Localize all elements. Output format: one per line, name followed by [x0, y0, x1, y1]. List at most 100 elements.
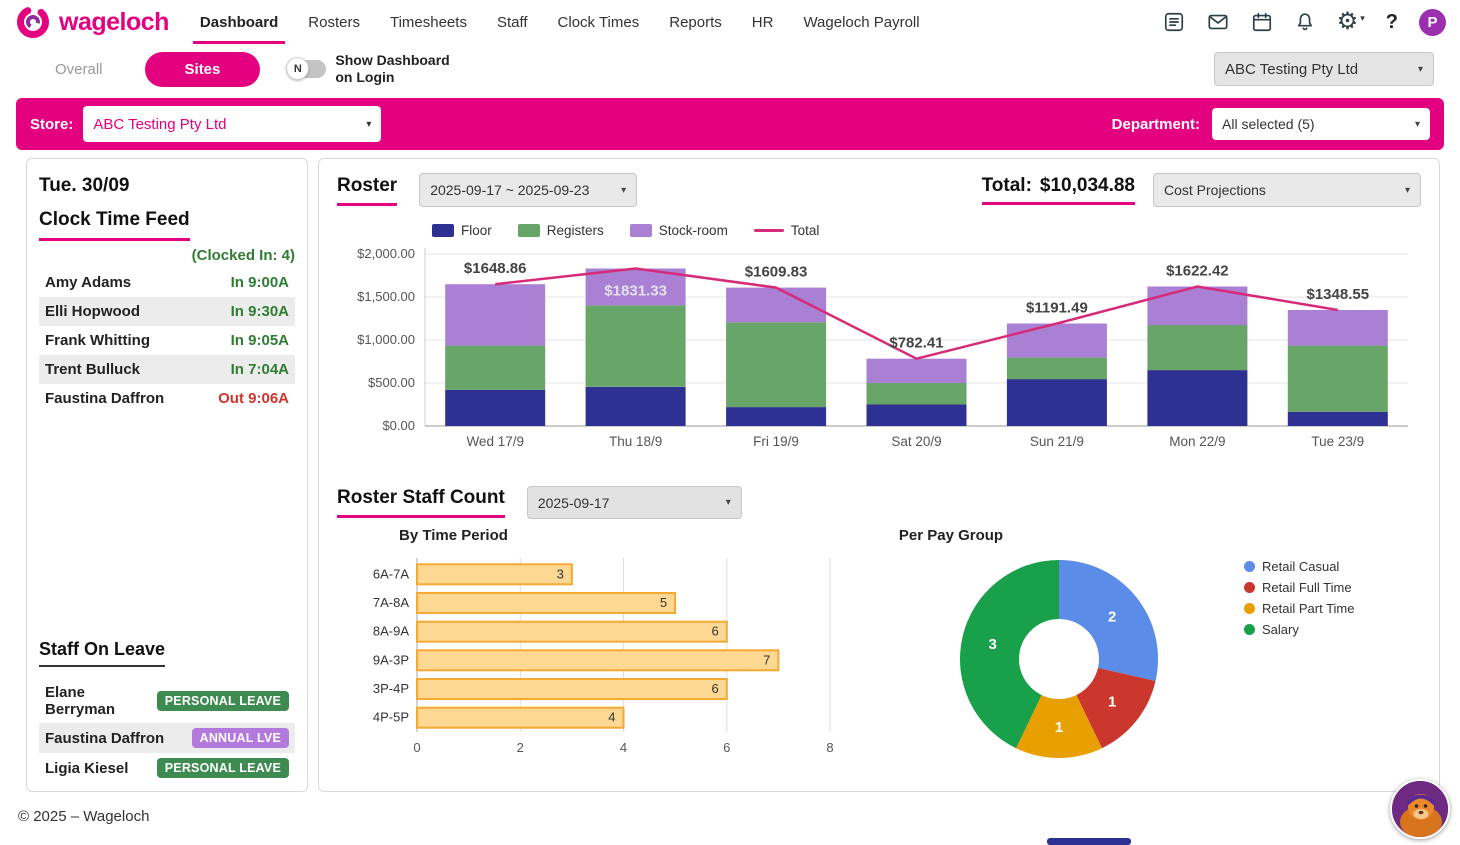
roster-title: Roster — [337, 175, 397, 206]
svg-text:$1648.86: $1648.86 — [464, 260, 527, 277]
calendar-icon[interactable] — [1251, 11, 1273, 33]
pay-group-chart: 2113 — [954, 554, 1164, 764]
chevron-down-icon: ▾ — [1418, 64, 1423, 75]
leave-badge: ANNUAL LVE — [192, 728, 289, 748]
nav-item-wageloch-payroll[interactable]: Wageloch Payroll — [788, 0, 934, 44]
staff-name: Ligia Kiesel — [45, 760, 128, 777]
horizontal-scrollbar-thumb[interactable] — [1047, 838, 1131, 845]
pay-group-title: Per Pay Group — [846, 527, 1056, 544]
clock-feed-row: Faustina Daffron Out 9:06A — [39, 384, 295, 413]
clock-time-feed-title: Clock Time Feed — [39, 209, 190, 241]
staff-count-charts: By Time Period 024686A-7A37A-8A58A-9A69A… — [337, 527, 1421, 771]
profile-avatar[interactable]: P — [1419, 9, 1446, 36]
mascot-dog-icon — [1392, 781, 1450, 839]
svg-text:5: 5 — [660, 595, 667, 610]
svg-text:Wed 17/9: Wed 17/9 — [466, 434, 524, 449]
roster-cost-chart: $0.00$500.00$1,000.00$1,500.00$2,000.00W… — [337, 240, 1422, 472]
leave-row: Ligia KieselPERSONAL LEAVE — [39, 753, 295, 783]
wageloch-logo-icon — [14, 3, 52, 41]
svg-text:0: 0 — [413, 740, 420, 755]
tab-sites[interactable]: Sites — [145, 52, 261, 87]
store-label: Store: — [30, 116, 73, 133]
pay-legend-item: Retail Casual — [1244, 559, 1354, 574]
legend-swatch — [432, 224, 454, 237]
svg-text:$782.41: $782.41 — [889, 335, 943, 352]
tasks-icon[interactable] — [1163, 11, 1185, 33]
svg-text:8: 8 — [826, 740, 833, 755]
help-icon[interactable]: ? — [1386, 11, 1398, 34]
roster-period-value: 2025-09-17 ~ 2025-09-23 — [430, 182, 589, 198]
time-period-block: By Time Period 024686A-7A37A-8A58A-9A69A… — [337, 527, 842, 771]
top-nav-bar: wageloch DashboardRostersTimesheetsStaff… — [0, 0, 1460, 44]
legend-dot — [1244, 624, 1255, 635]
svg-text:Fri 19/9: Fri 19/9 — [753, 434, 799, 449]
nav-item-dashboard[interactable]: Dashboard — [185, 0, 293, 44]
roster-staff-count-header: Roster Staff Count 2025-09-17 ▾ — [337, 486, 1421, 519]
svg-text:$1348.55: $1348.55 — [1306, 286, 1369, 303]
staff-on-leave-section: Staff On Leave Elane BerrymanPERSONAL LE… — [39, 639, 295, 783]
svg-text:1: 1 — [1108, 693, 1116, 710]
roster-total-value: $10,034.88 — [1040, 175, 1135, 197]
staff-name: Frank Whitting — [45, 332, 150, 349]
roster-period-select[interactable]: 2025-09-17 ~ 2025-09-23 ▾ — [419, 173, 637, 207]
clocked-in-count: (Clocked In: 4) — [39, 247, 295, 264]
store-select-value: ABC Testing Pty Ltd — [93, 116, 226, 133]
company-select[interactable]: ABC Testing Pty Ltd ▾ — [1214, 52, 1434, 86]
store-select[interactable]: ABC Testing Pty Ltd ▾ — [83, 106, 381, 142]
staff-name: Faustina Daffron — [45, 390, 164, 407]
cost-projection-select[interactable]: Cost Projections ▾ — [1153, 173, 1421, 207]
wageloch-logo[interactable]: wageloch — [14, 3, 169, 41]
pay-legend-item: Salary — [1244, 622, 1354, 637]
nav-item-staff[interactable]: Staff — [482, 0, 543, 44]
clock-feed-card: Tue. 30/09 Clock Time Feed (Clocked In: … — [26, 158, 308, 792]
top-icons: ⚙ ▾ ? P — [1163, 9, 1446, 36]
clock-status: In 9:05A — [231, 332, 289, 349]
svg-text:6A-7A: 6A-7A — [373, 566, 409, 581]
roster-header: Roster 2025-09-17 ~ 2025-09-23 ▾ Total: … — [337, 173, 1421, 207]
legend-item: Floor — [432, 223, 492, 238]
legend-label: Floor — [461, 223, 492, 238]
roster-total-label: Total: — [982, 175, 1032, 197]
nav-item-clock-times[interactable]: Clock Times — [543, 0, 655, 44]
svg-text:2: 2 — [517, 740, 524, 755]
notifications-bell-icon[interactable] — [1294, 11, 1316, 33]
chevron-down-icon: ▾ — [621, 185, 626, 196]
svg-text:3: 3 — [989, 636, 997, 653]
pay-legend-item: Retail Full Time — [1244, 580, 1354, 595]
department-select[interactable]: All selected (5) ▾ — [1212, 108, 1430, 140]
staff-on-leave-list: Elane BerrymanPERSONAL LEAVEFaustina Daf… — [39, 679, 295, 783]
svg-text:$500.00: $500.00 — [368, 375, 415, 390]
settings-gear-icon[interactable]: ⚙ ▾ — [1337, 10, 1365, 34]
pay-group-block: Per Pay Group 2113 — [954, 527, 1164, 771]
svg-text:$1622.42: $1622.42 — [1166, 262, 1229, 279]
department-select-value: All selected (5) — [1222, 116, 1315, 132]
mascot-avatar[interactable] — [1390, 779, 1450, 839]
cost-projection-value: Cost Projections — [1164, 182, 1266, 198]
feed-date-title: Tue. 30/09 — [39, 175, 295, 197]
legend-label: Retail Casual — [1262, 559, 1339, 574]
staff-count-date-value: 2025-09-17 — [538, 495, 610, 511]
pay-group-legend: Retail Casual Retail Full Time Retail Part… — [1244, 559, 1354, 771]
svg-text:Thu 18/9: Thu 18/9 — [609, 434, 662, 449]
nav-item-timesheets[interactable]: Timesheets — [375, 0, 482, 44]
show-dashboard-toggle[interactable]: N — [286, 60, 326, 78]
nav-item-hr[interactable]: HR — [737, 0, 789, 44]
leave-row: Faustina DaffronANNUAL LVE — [39, 723, 295, 753]
nav-item-reports[interactable]: Reports — [654, 0, 737, 44]
clock-status: Out 9:06A — [218, 390, 289, 407]
clock-feed-row: Elli HopwoodIn 9:30A — [39, 297, 295, 326]
svg-text:9A-3P: 9A-3P — [373, 652, 409, 667]
mail-icon[interactable] — [1206, 11, 1230, 33]
main-nav: DashboardRostersTimesheetsStaffClock Tim… — [185, 0, 935, 44]
staff-count-date-select[interactable]: 2025-09-17 ▾ — [527, 486, 742, 519]
legend-line-swatch — [754, 229, 784, 232]
svg-text:4: 4 — [608, 710, 615, 725]
svg-text:1: 1 — [1055, 719, 1063, 736]
tab-overall[interactable]: Overall — [55, 61, 103, 78]
nav-item-rosters[interactable]: Rosters — [293, 0, 375, 44]
clock-status: In 9:30A — [231, 303, 289, 320]
chevron-down-icon: ▾ — [1405, 185, 1410, 196]
store-bar: Store: ABC Testing Pty Ltd ▾ Department:… — [16, 98, 1444, 150]
pay-legend-item: Retail Part Time — [1244, 601, 1354, 616]
legend-dot — [1244, 582, 1255, 593]
